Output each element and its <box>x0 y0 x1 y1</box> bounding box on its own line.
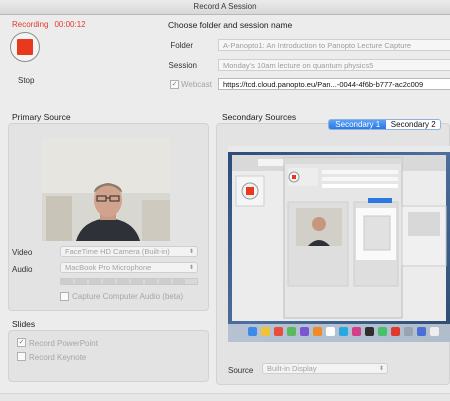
source-select-value: Built-in Display <box>267 364 317 373</box>
folder-label: Folder <box>170 41 193 50</box>
updown-icon: ⬍ <box>378 366 384 372</box>
updown-icon: ⬍ <box>188 249 194 255</box>
screen-preview-image <box>228 146 450 342</box>
video-select-value: FaceTime HD Camera (Built-in) <box>65 247 170 256</box>
recording-status: Recording 00:00:12 <box>12 20 86 29</box>
audio-select-value: MacBook Pro Microphone <box>65 263 152 272</box>
source-label: Source <box>228 366 254 375</box>
updown-icon: ⬍ <box>188 265 194 271</box>
capture-audio-label: Capture Computer Audio (beta) <box>72 292 184 301</box>
folder-field[interactable]: A-Panopto1: An Introduction to Panopto L… <box>218 39 450 51</box>
record-keynote-label: Record Keynote <box>29 353 87 362</box>
camera-preview <box>42 138 170 241</box>
session-heading: Choose folder and session name <box>168 20 293 30</box>
record-powerpoint-label: Record PowerPoint <box>29 339 98 348</box>
webcast-label: Webcast <box>181 80 212 89</box>
stop-icon <box>17 39 33 55</box>
screen-preview <box>228 146 450 342</box>
session-name-field[interactable]: Monday's 10am lecture on quantum physics… <box>218 59 450 71</box>
dock-icons <box>248 327 439 336</box>
stop-label: Stop <box>18 76 35 85</box>
webcast-checkbox[interactable]: ✓ <box>170 80 179 89</box>
capture-audio-checkbox[interactable] <box>60 292 69 301</box>
audio-select[interactable]: MacBook Pro Microphone ⬍ <box>60 262 198 273</box>
slides-title: Slides <box>12 319 36 329</box>
record-keynote-checkbox[interactable] <box>17 352 26 361</box>
video-label: Video <box>12 248 33 257</box>
stop-button[interactable] <box>10 32 40 62</box>
record-powerpoint-checkbox[interactable]: ✓ <box>17 338 26 347</box>
window-title: Record A Session <box>0 0 450 15</box>
recording-timer: 00:00:12 <box>54 20 86 29</box>
secondary-tabs: Secondary 1 Secondary 2 <box>328 119 441 130</box>
audio-level-meter <box>60 278 198 285</box>
session-label: Session <box>168 61 197 70</box>
secondary-sources-title: Secondary Sources <box>222 112 297 122</box>
video-select[interactable]: FaceTime HD Camera (Built-in) ⬍ <box>60 246 198 257</box>
source-select[interactable]: Built-in Display ⬍ <box>262 363 388 374</box>
primary-source-title: Primary Source <box>12 112 71 122</box>
tab-secondary-2[interactable]: Secondary 2 <box>386 120 440 129</box>
webcast-url-field[interactable]: https://tcd.cloud.panopto.eu/Pan...-0044… <box>218 78 450 90</box>
tab-secondary-1[interactable]: Secondary 1 <box>329 120 387 129</box>
audio-label: Audio <box>12 265 33 274</box>
recording-status-label: Recording <box>12 20 49 29</box>
camera-preview-image <box>42 138 170 241</box>
